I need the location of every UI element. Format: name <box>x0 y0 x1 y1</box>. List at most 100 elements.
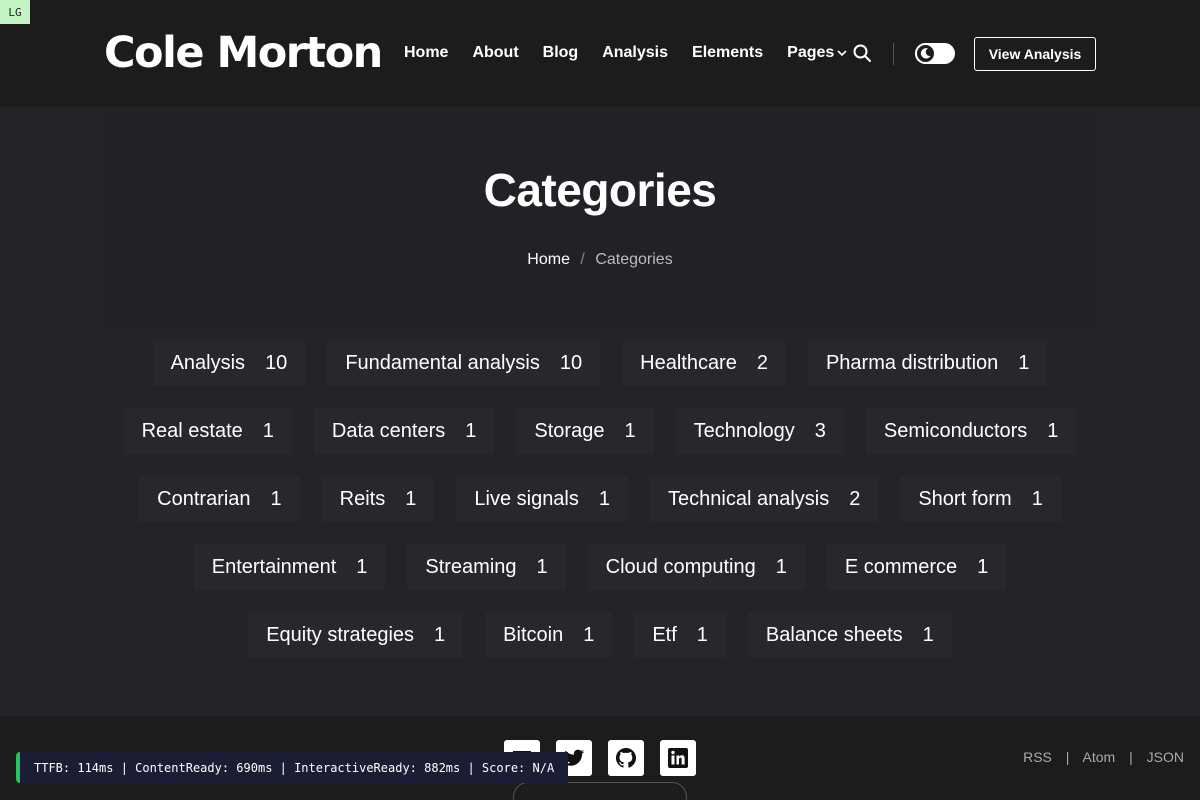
category-count: 1 <box>270 487 282 510</box>
category-tag[interactable]: Etf 1 <box>634 612 726 658</box>
nav-blog[interactable]: Blog <box>543 44 579 62</box>
category-count: 1 <box>405 487 417 510</box>
category-tag[interactable]: Data centers 1 <box>313 408 495 454</box>
category-name: Short form <box>918 487 1012 510</box>
category-count: 1 <box>536 555 548 578</box>
breadcrumb-home[interactable]: Home <box>527 251 570 268</box>
breadcrumb: Home / Categories <box>0 251 1200 269</box>
category-name: Etf <box>652 623 677 646</box>
category-tag[interactable]: Fundamental analysis 10 <box>327 340 601 386</box>
lg-badge: LG <box>0 0 30 24</box>
category-tag[interactable]: Live signals 1 <box>456 476 629 522</box>
category-count: 1 <box>922 623 934 646</box>
breadcrumb-separator: / <box>580 251 585 268</box>
category-tag[interactable]: Equity strategies 1 <box>248 612 464 658</box>
nav-pages-label: Pages <box>787 44 835 61</box>
category-count: 1 <box>1047 419 1059 442</box>
category-tag[interactable]: Short form 1 <box>900 476 1061 522</box>
category-name: Streaming <box>425 555 517 578</box>
category-tag[interactable]: Pharma distribution 1 <box>807 340 1048 386</box>
view-analysis-button[interactable]: View Analysis <box>974 37 1096 71</box>
category-tag[interactable]: Streaming 1 <box>407 544 566 590</box>
nav-divider <box>893 43 894 65</box>
category-name: Analysis <box>170 351 246 374</box>
category-name: Storage <box>534 419 605 442</box>
category-name: Pharma distribution <box>825 351 999 374</box>
category-name: Reits <box>339 487 386 510</box>
feed-separator: | <box>1129 749 1133 765</box>
category-count: 1 <box>598 487 611 510</box>
github-social-button[interactable] <box>608 740 644 776</box>
linkedin-social-button[interactable] <box>660 740 696 776</box>
feed-separator: | <box>1065 749 1070 765</box>
atom-link[interactable]: Atom <box>1083 749 1116 765</box>
category-tag[interactable]: Semiconductors 1 <box>865 408 1077 454</box>
site-logo[interactable]: Cole Morton <box>104 28 383 78</box>
category-tag[interactable]: Reits 1 <box>321 476 435 522</box>
category-count: 1 <box>696 623 708 646</box>
category-name: Live signals <box>474 487 579 510</box>
category-count: 2 <box>756 351 768 374</box>
theme-toggle-knob <box>915 43 936 64</box>
category-count: 1 <box>1018 351 1030 374</box>
category-tag[interactable]: Real estate 1 <box>123 408 292 454</box>
category-count: 3 <box>814 419 826 442</box>
breadcrumb-current: Categories <box>595 251 673 268</box>
search-button[interactable] <box>852 43 874 65</box>
dev-toolbar[interactable] <box>513 782 687 800</box>
category-count: 1 <box>583 623 595 646</box>
category-name: Semiconductors <box>883 419 1028 442</box>
category-count: 1 <box>1031 487 1043 510</box>
chevron-down-icon <box>837 50 847 57</box>
category-count: 10 <box>559 351 583 374</box>
nav-about[interactable]: About <box>472 44 518 62</box>
category-tag[interactable]: Analysis 10 <box>152 340 306 386</box>
category-tag[interactable]: Balance sheets 1 <box>747 612 952 658</box>
page-hero <box>104 107 1096 327</box>
nav-home[interactable]: Home <box>404 44 448 62</box>
category-tag[interactable]: Contrarian 1 <box>139 476 300 522</box>
category-name: Fundamental analysis <box>345 351 540 374</box>
category-name: Cloud computing <box>605 555 756 578</box>
category-count: 1 <box>465 419 477 442</box>
category-count: 1 <box>977 555 989 578</box>
category-count: 1 <box>775 555 787 578</box>
feed-links: RSS | Atom | JSON <box>1023 749 1184 765</box>
category-count: 1 <box>356 555 368 578</box>
category-name: Real estate <box>141 419 243 442</box>
moon-icon <box>920 48 931 59</box>
nav-pages-dropdown[interactable]: Pages <box>787 44 847 62</box>
category-tag[interactable]: Cloud computing 1 <box>587 544 805 590</box>
main-nav: Home About Blog Analysis Elements Pages <box>404 42 847 64</box>
github-icon <box>616 748 636 768</box>
theme-toggle[interactable] <box>915 43 955 64</box>
category-name: Equity strategies <box>266 623 415 646</box>
category-tag[interactable]: Technology 3 <box>675 408 844 454</box>
rss-link[interactable]: RSS <box>1023 749 1052 765</box>
category-count: 1 <box>624 419 636 442</box>
nav-elements[interactable]: Elements <box>692 44 763 62</box>
linkedin-icon <box>668 748 688 768</box>
category-tag[interactable]: E commerce 1 <box>826 544 1007 590</box>
category-tag[interactable]: Technical analysis 2 <box>650 476 879 522</box>
page-title: Categories <box>483 164 717 216</box>
category-name: Technology <box>693 419 795 442</box>
category-tag[interactable]: Storage 1 <box>516 408 654 454</box>
category-name: Entertainment <box>211 555 337 578</box>
category-name: E commerce <box>844 555 958 578</box>
category-name: Contrarian <box>157 487 251 510</box>
category-name: Healthcare <box>640 351 737 374</box>
category-tag[interactable]: Bitcoin 1 <box>485 612 613 658</box>
category-count: 10 <box>265 351 288 374</box>
category-count: 2 <box>849 487 861 510</box>
category-tag[interactable]: Entertainment 1 <box>193 544 386 590</box>
category-tag[interactable]: Healthcare 2 <box>622 340 786 386</box>
category-count: 1 <box>434 623 446 646</box>
search-icon <box>853 44 871 62</box>
performance-metrics-bar: TTFB: 114ms | ContentReady: 690ms | Inte… <box>16 752 569 783</box>
category-list: Analysis 10 Fundamental analysis 10 Healthca… <box>110 340 1090 658</box>
site-header: LG Cole Morton Home About Blog Analysis … <box>0 0 1200 107</box>
json-feed-link[interactable]: JSON <box>1147 749 1184 765</box>
nav-analysis[interactable]: Analysis <box>602 44 668 62</box>
category-name: Bitcoin <box>503 623 564 646</box>
